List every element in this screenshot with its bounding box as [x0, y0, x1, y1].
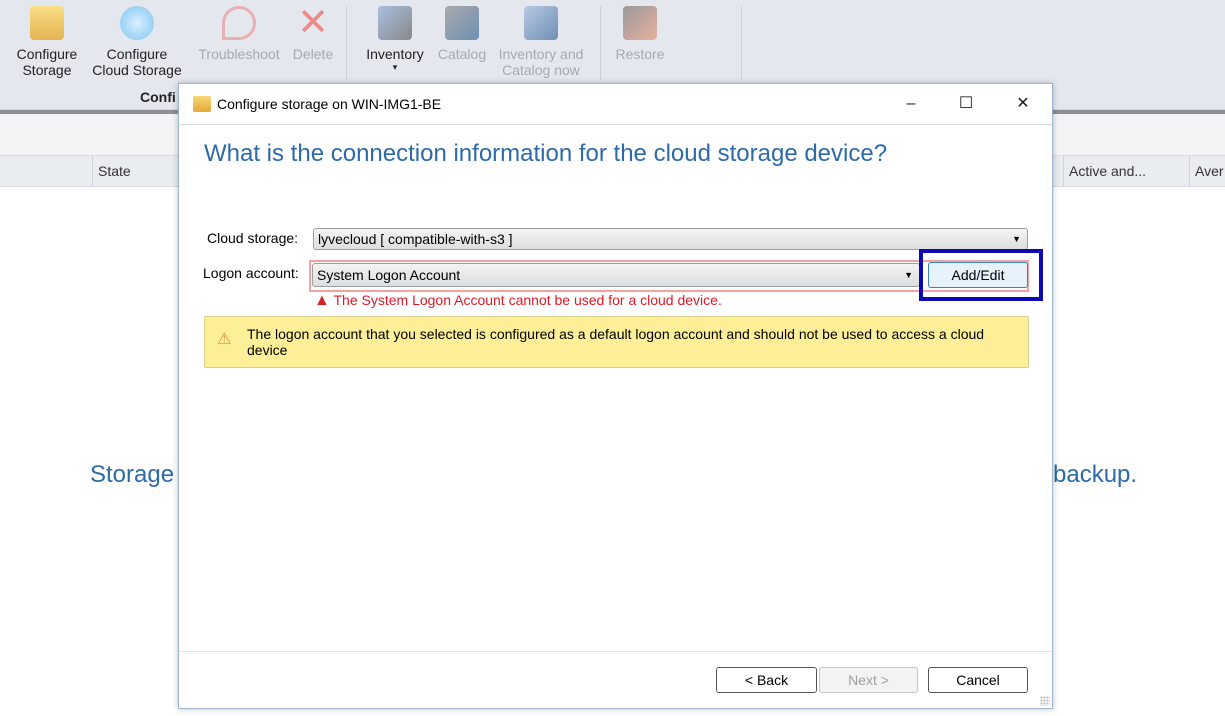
error-triangle-icon: ▲ [314, 292, 330, 309]
dialog-title-bar: Configure storage on WIN-IMG1-BE – ☐ ✕ [179, 84, 1052, 125]
restore-icon [623, 6, 657, 40]
cancel-button[interactable]: Cancel [928, 667, 1028, 693]
dropdown-arrow-icon: ▼ [904, 270, 913, 280]
next-button[interactable]: Next > [819, 667, 918, 693]
dropdown-arrow-icon: ▾ [392, 62, 398, 72]
configure-storage-button[interactable]: Configure Storage [10, 4, 84, 78]
cloud-storage-select[interactable]: lyvecloud [ compatible-with-s3 ] ▼ [313, 228, 1028, 250]
storage-folder-icon [30, 6, 64, 40]
catalog-button[interactable]: Catalog [434, 4, 490, 62]
minimize-button[interactable]: – [891, 90, 931, 118]
back-button[interactable]: < Back [716, 667, 817, 693]
stethoscope-icon [222, 6, 256, 40]
configure-cloud-storage-button[interactable]: Configure Cloud Storage [88, 4, 186, 78]
cloud-storage-label: Cloud storage: [207, 230, 299, 246]
maximize-button[interactable]: ☐ [946, 90, 986, 118]
cloud-icon [120, 6, 154, 40]
inventory-icon [378, 6, 412, 40]
storage-folder-icon [193, 96, 211, 112]
add-edit-button[interactable]: Add/Edit [928, 262, 1028, 288]
delete-button[interactable]: ✕ Delete [289, 4, 337, 62]
logon-account-label: Logon account: [203, 265, 299, 281]
restore-button[interactable]: Restore [610, 4, 670, 62]
troubleshoot-button[interactable]: Troubleshoot [193, 4, 285, 62]
configure-storage-dialog: Configure storage on WIN-IMG1-BE – ☐ ✕ W… [178, 83, 1053, 709]
warning-icon: ⚠ [217, 331, 232, 348]
ribbon-group-label: Confi [140, 89, 176, 105]
column-state[interactable]: State [92, 156, 182, 186]
column-active-and[interactable]: Active and... [1063, 156, 1189, 186]
error-message: ▲ The System Logon Account cannot be use… [314, 292, 722, 309]
inventory-and-catalog-now-button[interactable]: Inventory and Catalog now [492, 4, 590, 78]
dialog-title: Configure storage on WIN-IMG1-BE [217, 96, 442, 112]
inventory-button[interactable]: Inventory ▾ [360, 4, 430, 72]
logon-account-select[interactable]: System Logon Account ▼ [312, 263, 920, 287]
catalog-icon [445, 6, 479, 40]
delete-x-icon: ✕ [297, 2, 329, 44]
inventory-catalog-icon [524, 6, 558, 40]
close-button[interactable]: ✕ [1003, 90, 1043, 118]
background-text-right: backup. [1053, 461, 1138, 488]
column-aver[interactable]: Aver [1189, 156, 1225, 186]
resize-grip-icon[interactable] [1040, 696, 1050, 706]
warning-banner: ⚠ The logon account that you selected is… [204, 316, 1029, 368]
page-question: What is the connection information for t… [204, 140, 888, 167]
dropdown-arrow-icon: ▼ [1012, 234, 1021, 244]
background-text-left: Storage [90, 461, 175, 488]
